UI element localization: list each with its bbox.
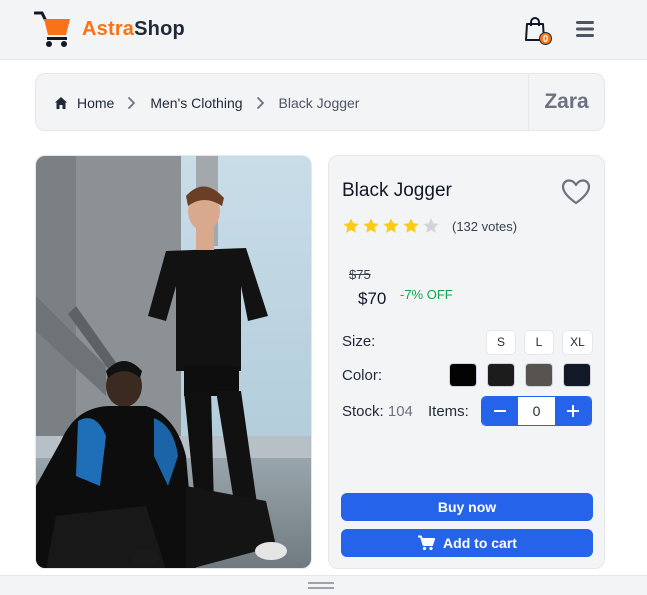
color-swatch-1[interactable] bbox=[449, 363, 477, 387]
product-title: Black Jogger bbox=[342, 180, 452, 201]
decrement-button[interactable] bbox=[482, 397, 518, 425]
size-option-s[interactable]: S bbox=[486, 330, 516, 355]
cart-count-badge: 0 bbox=[539, 32, 552, 45]
cart-icon bbox=[418, 535, 436, 551]
size-label: Size: bbox=[342, 333, 376, 350]
bottom-sheet-bar bbox=[0, 575, 647, 595]
chevron-right-icon bbox=[256, 97, 264, 109]
breadcrumb: Home Men's Clothing Black Jogger Zara bbox=[35, 73, 605, 131]
discount-badge: -7% OFF bbox=[400, 287, 453, 302]
product-photo-illustration bbox=[36, 156, 311, 568]
color-swatch-4[interactable] bbox=[563, 363, 591, 387]
color-swatch-3[interactable] bbox=[525, 363, 553, 387]
buy-now-label: Buy now bbox=[437, 499, 497, 515]
cart-button[interactable]: 0 bbox=[524, 16, 554, 48]
home-icon[interactable] bbox=[54, 96, 68, 110]
color-swatch-2[interactable] bbox=[487, 363, 515, 387]
hamburger-menu-icon bbox=[576, 21, 594, 37]
add-to-cart-label: Add to cart bbox=[443, 535, 517, 551]
size-option-xl[interactable]: XL bbox=[562, 330, 593, 355]
current-price: $70 bbox=[358, 289, 387, 308]
breadcrumb-mens-clothing[interactable]: Men's Clothing bbox=[150, 95, 242, 111]
star-icon bbox=[403, 218, 419, 233]
color-label: Color: bbox=[342, 367, 383, 384]
vote-count: (132 votes) bbox=[452, 218, 518, 234]
quantity-stepper: 0 bbox=[481, 396, 592, 426]
increment-button[interactable] bbox=[555, 397, 591, 425]
logo[interactable]: AstraShop bbox=[34, 10, 185, 48]
shopping-cart-logo-icon bbox=[34, 11, 70, 47]
plus-icon bbox=[567, 405, 579, 417]
star-icon bbox=[343, 218, 359, 233]
old-price: $75 bbox=[349, 267, 371, 282]
menu-button[interactable] bbox=[575, 19, 595, 39]
drag-handle-icon[interactable] bbox=[308, 582, 334, 590]
star-icon bbox=[383, 218, 399, 233]
minus-icon bbox=[494, 410, 506, 412]
rating-stars: (132 votes) bbox=[342, 217, 517, 235]
items-label: Items: bbox=[428, 403, 469, 420]
breadcrumb-current: Black Jogger bbox=[278, 95, 360, 111]
product-details-card: Black Jogger (132 votes) $75 $70 -7% OFF… bbox=[328, 155, 605, 569]
add-to-cart-button[interactable]: Add to cart bbox=[341, 529, 593, 557]
size-option-l[interactable]: L bbox=[524, 330, 554, 355]
quantity-value[interactable]: 0 bbox=[518, 397, 555, 425]
stock-value: 104 bbox=[387, 403, 413, 420]
stock-info: Stock: 104 bbox=[342, 403, 413, 420]
star-icon bbox=[363, 218, 379, 233]
top-header: AstraShop 0 bbox=[0, 0, 647, 60]
logo-text-shop: Shop bbox=[134, 17, 185, 40]
product-image bbox=[35, 155, 312, 569]
logo-text: AstraShop bbox=[82, 18, 185, 41]
stock-label: Stock: bbox=[342, 403, 384, 420]
logo-text-astra: Astra bbox=[82, 17, 135, 40]
breadcrumb-home[interactable]: Home bbox=[77, 95, 114, 111]
chevron-right-icon bbox=[128, 97, 136, 109]
buy-now-button[interactable]: Buy now bbox=[341, 493, 593, 521]
brand-name: Zara bbox=[528, 74, 604, 130]
heart-icon[interactable] bbox=[561, 178, 591, 206]
star-icon bbox=[423, 218, 439, 233]
